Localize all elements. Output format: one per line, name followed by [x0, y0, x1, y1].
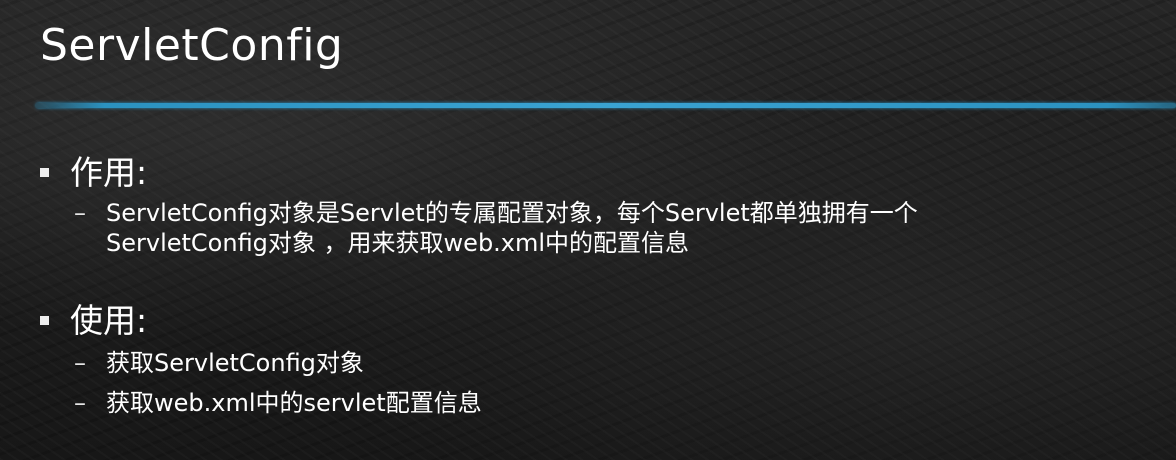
section-purpose: 作用: – ServletConfig对象是Servlet的专属配置对象，每个S… — [0, 150, 1176, 258]
list-item-line: ServletConfig对象是Servlet的专属配置对象，每个Servlet… — [106, 199, 918, 227]
list-item-line: ServletConfig对象 ，用来获取web.xml中的配置信息 — [106, 229, 690, 257]
list-item: – 获取web.xml中的servlet配置信息 — [0, 388, 1176, 424]
section-heading-text: 使用: — [70, 301, 148, 340]
square-bullet-icon — [40, 316, 49, 325]
dash-bullet-icon: – — [74, 199, 86, 227]
list-item-line: 获取ServletConfig对象 — [106, 349, 364, 377]
section-heading-text: 作用: — [70, 153, 148, 192]
section-heading: 作用: — [0, 150, 1176, 196]
list-item: – ServletConfig对象是Servlet的专属配置对象，每个Servl… — [0, 198, 1176, 258]
dash-bullet-icon: – — [74, 349, 86, 377]
list-item-line: 获取web.xml中的servlet配置信息 — [106, 389, 482, 417]
section-heading: 使用: — [0, 298, 1176, 344]
dash-bullet-icon: – — [74, 389, 86, 417]
section-usage: 使用: – 获取ServletConfig对象 – 获取web.xml中的ser… — [0, 298, 1176, 424]
slide-title: ServletConfig — [40, 20, 344, 71]
square-bullet-icon — [40, 168, 49, 177]
slide: ServletConfig 作用: – ServletConfig对象是Serv… — [0, 0, 1176, 460]
list-item: – 获取ServletConfig对象 — [0, 348, 1176, 384]
title-underline — [36, 103, 1176, 108]
